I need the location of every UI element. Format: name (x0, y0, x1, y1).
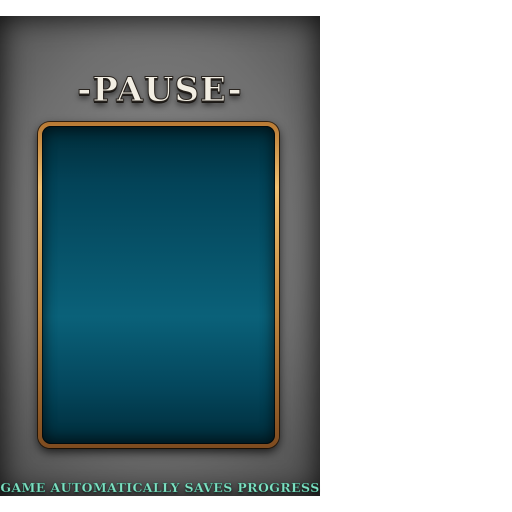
pause-menu-card: -PAUSE- GAME AUTOMATICALLY SAVES PROGRES… (0, 16, 320, 496)
game-screen: -PAUSE- GAME AUTOMATICALLY SAVES PROGRES… (0, 0, 512, 512)
menu-panel-frame (38, 122, 279, 448)
autosave-caption: GAME AUTOMATICALLY SAVES PROGRESS (0, 480, 320, 495)
pause-title: -PAUSE- (77, 70, 243, 111)
menu-panel-content (42, 126, 275, 444)
